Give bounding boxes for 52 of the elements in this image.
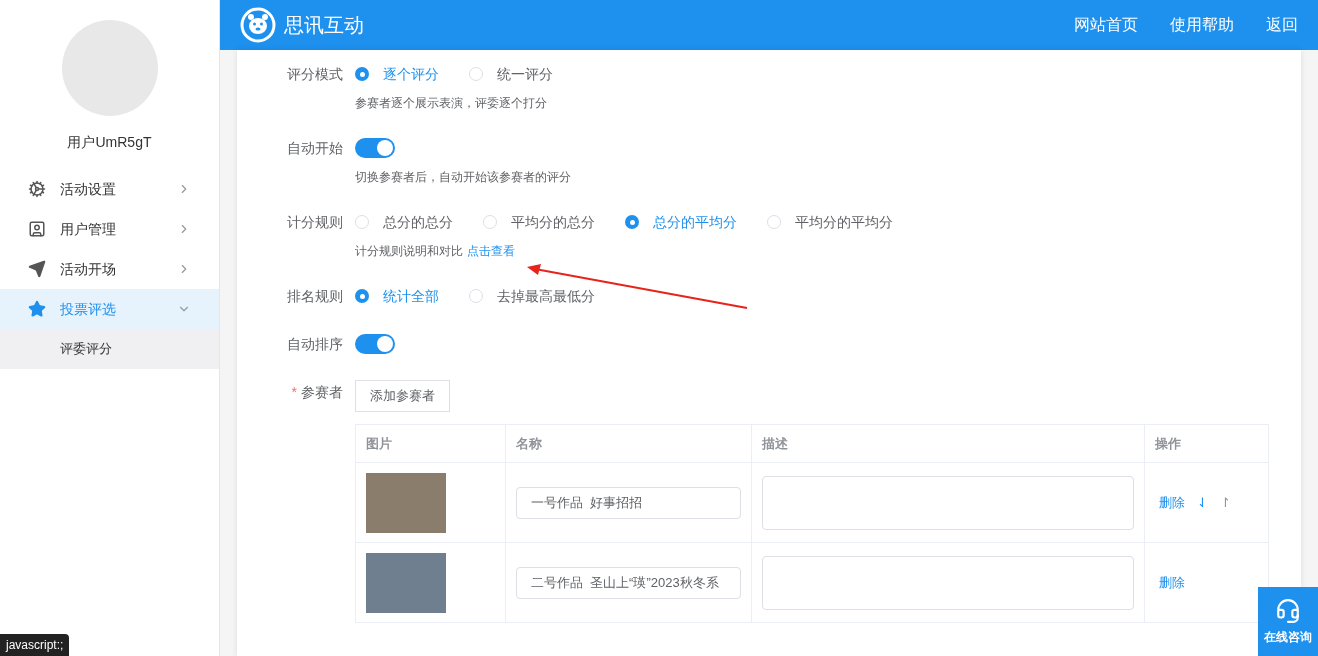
paper-plane-icon bbox=[28, 260, 46, 278]
online-chat-button[interactable]: 在线咨询 bbox=[1258, 587, 1318, 656]
app-title: 思讯互动 bbox=[284, 13, 365, 38]
nav-link[interactable]: 使用帮助 bbox=[1170, 13, 1234, 37]
radio-option[interactable]: 平均分的平均分 bbox=[767, 211, 893, 233]
sidebar-item[interactable]: 投票评选 bbox=[0, 289, 219, 329]
radio-option[interactable]: 统一评分 bbox=[469, 63, 553, 85]
star-icon bbox=[28, 300, 46, 318]
radio-option[interactable]: 平均分的总分 bbox=[483, 211, 595, 233]
radio-option[interactable]: 逐个评分 bbox=[355, 63, 439, 85]
delete-link[interactable]: 删除 bbox=[1159, 492, 1186, 513]
field-label: 自动排序 bbox=[287, 335, 343, 354]
toggle-switch[interactable] bbox=[355, 138, 395, 158]
description-field[interactable] bbox=[761, 555, 1135, 610]
move-link[interactable]: ⇃ bbox=[1197, 492, 1209, 513]
add-participant-button[interactable]: 添加参赛者 bbox=[355, 380, 450, 412]
column-header: 图片 bbox=[356, 425, 506, 463]
column-header: 名称 bbox=[505, 425, 752, 463]
field-label: 自动开始 bbox=[287, 139, 343, 158]
field-label: 排名规则 bbox=[287, 287, 343, 306]
sidebar-item[interactable]: 活动设置 bbox=[0, 169, 219, 209]
gear-icon bbox=[28, 180, 46, 198]
name-input[interactable]: 二号作品 圣山上“瑛”2023秋冬系 bbox=[515, 566, 741, 599]
sidebar-subitem[interactable]: 评委评分 bbox=[0, 329, 219, 369]
headset-icon bbox=[1275, 597, 1301, 624]
user-icon bbox=[28, 220, 46, 238]
name-input[interactable]: 一号作品 好事招招 bbox=[515, 486, 741, 519]
field-label: 计分规则 bbox=[287, 213, 343, 232]
field-label: 参赛者 bbox=[301, 383, 343, 402]
bear-logo-icon bbox=[240, 7, 276, 43]
hint-text: 参赛者逐个展示表演，评委逐个打分 bbox=[355, 95, 547, 112]
nav-link[interactable]: 网站首页 bbox=[1074, 13, 1138, 37]
sidebar-item[interactable]: 活动开场 bbox=[0, 249, 219, 289]
status-tooltip: javascript:; bbox=[0, 634, 70, 656]
required-mark: * bbox=[291, 383, 297, 402]
column-header: 操作 bbox=[1145, 425, 1269, 463]
field-label: 评分模式 bbox=[287, 65, 343, 84]
delete-link[interactable]: 删除 bbox=[1159, 572, 1186, 593]
toggle-switch[interactable] bbox=[355, 334, 395, 354]
radio-option[interactable]: 统计全部 bbox=[355, 285, 439, 307]
hint-text: 计分规则说明和对比 bbox=[355, 243, 463, 260]
nav-link[interactable]: 返回 bbox=[1266, 13, 1298, 37]
view-link[interactable]: 点击查看 bbox=[467, 242, 515, 260]
column-header: 描述 bbox=[751, 425, 1146, 463]
sidebar-item[interactable]: 用户管理 bbox=[0, 209, 219, 249]
hint-text: 切换参赛者后，自动开始该参赛者的评分 bbox=[355, 169, 571, 186]
radio-option[interactable]: 去掉最高最低分 bbox=[469, 285, 595, 307]
move-link[interactable]: ↾ bbox=[1220, 492, 1232, 513]
username: 用户UmR5gT bbox=[66, 133, 153, 152]
radio-option[interactable]: 总分的总分 bbox=[355, 211, 453, 233]
radio-option[interactable]: 总分的平均分 bbox=[625, 211, 737, 233]
description-field[interactable] bbox=[761, 475, 1135, 530]
